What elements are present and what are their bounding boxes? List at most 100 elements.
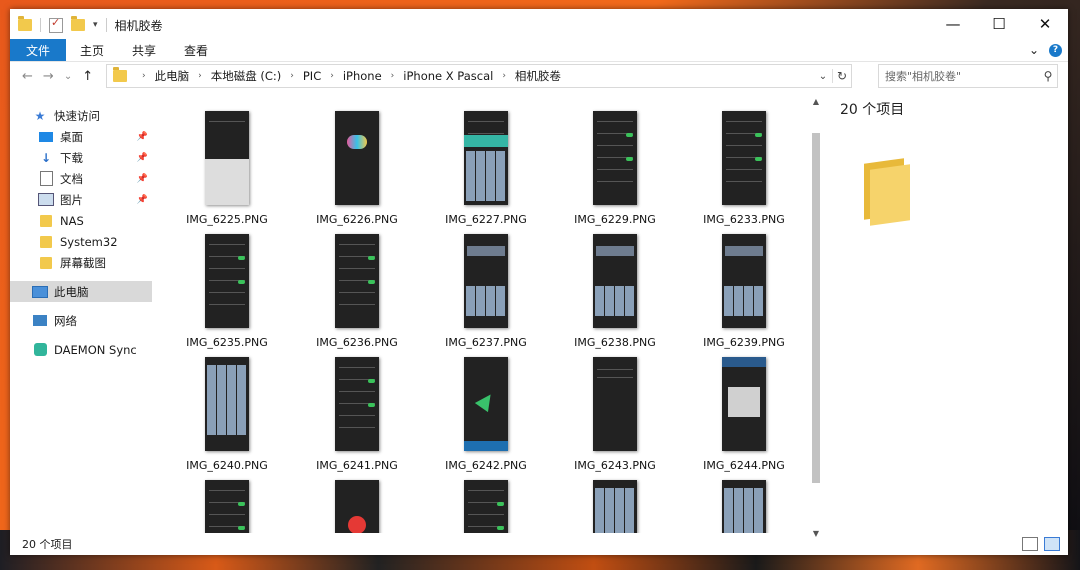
file-item[interactable] (302, 480, 412, 533)
chevron-right-icon[interactable]: › (290, 71, 294, 81)
breadcrumb-camera-roll[interactable]: 相机胶卷 (515, 68, 561, 84)
vertical-scrollbar[interactable]: ▲ ▼ (810, 97, 822, 543)
chevron-right-icon[interactable]: › (502, 71, 506, 81)
sidebar-item-label: NAS (60, 213, 84, 228)
ribbon-tabs: 文件 主页 共享 查看 ⌄ ? (10, 39, 1068, 62)
chevron-right-icon[interactable]: › (198, 71, 202, 81)
properties-icon[interactable] (49, 16, 63, 33)
image-thumbnail (464, 480, 508, 533)
image-thumbnail (335, 111, 379, 205)
file-name: IMG_6240.PNG (186, 459, 268, 472)
breadcrumb-iphone-x-pascal[interactable]: iPhone X Pascal (403, 69, 493, 83)
pin-icon[interactable]: 📌 (137, 153, 148, 163)
sidebar-item-desktop[interactable]: 桌面 📌 (10, 126, 152, 147)
file-item[interactable]: IMG_6237.PNG (431, 234, 541, 349)
file-name: IMG_6225.PNG (186, 213, 268, 226)
chevron-right-icon[interactable]: › (142, 71, 146, 81)
tab-view[interactable]: 查看 (170, 39, 222, 61)
file-item[interactable]: IMG_6233.PNG (689, 111, 799, 226)
sidebar-item-nas[interactable]: NAS (10, 210, 152, 231)
recent-locations-icon[interactable]: ⌄ (64, 71, 72, 82)
sidebar-item-pictures[interactable]: 图片 📌 (10, 189, 152, 210)
folder-icon (864, 153, 910, 226)
file-item[interactable] (689, 480, 799, 533)
file-explorer-window: ▾ 相机胶卷 — ☐ ✕ 文件 主页 共享 查看 ⌄ ? ← → ⌄ ↑ › (10, 9, 1068, 555)
file-item[interactable]: IMG_6240.PNG (172, 357, 282, 472)
search-input[interactable]: 搜索"相机胶卷" ⚲ (878, 64, 1058, 88)
file-item[interactable]: IMG_6242.PNG (431, 357, 541, 472)
breadcrumb-local-disk[interactable]: 本地磁盘 (C:) (211, 68, 282, 84)
sidebar-item-daemon-sync[interactable]: DAEMON Sync (10, 339, 152, 360)
close-button[interactable]: ✕ (1022, 9, 1068, 39)
tab-home[interactable]: 主页 (66, 39, 118, 61)
status-item-count: 20 个项目 (22, 538, 73, 551)
image-thumbnail (722, 234, 766, 328)
breadcrumb-this-pc[interactable]: 此电脑 (155, 68, 190, 84)
sidebar-item-system32[interactable]: System32 (10, 231, 152, 252)
pin-icon[interactable]: 📌 (137, 174, 148, 184)
minimize-button[interactable]: — (930, 9, 976, 39)
scroll-up-icon[interactable]: ▲ (810, 97, 822, 111)
item-count: 20 个项目 (840, 102, 905, 118)
large-icons-view-icon[interactable] (1044, 537, 1060, 551)
new-folder-icon[interactable] (71, 16, 85, 31)
file-item[interactable]: IMG_6225.PNG (172, 111, 282, 226)
tab-file[interactable]: 文件 (10, 39, 67, 61)
file-item[interactable] (172, 480, 282, 533)
tab-share[interactable]: 共享 (118, 39, 170, 61)
file-name: IMG_6227.PNG (445, 213, 527, 226)
search-icon[interactable]: ⚲ (1039, 69, 1057, 83)
sidebar-item-screenshots[interactable]: 屏幕截图 (10, 252, 152, 273)
chevron-right-icon[interactable]: › (330, 71, 334, 81)
folder-icon (113, 67, 127, 82)
image-thumbnail (464, 357, 508, 451)
navigation-pane: ★ 快速访问 桌面 📌 ↓ 下载 📌 文档 📌 图片 📌 NAS System3… (10, 105, 152, 535)
image-thumbnail (335, 480, 379, 533)
computer-icon (32, 285, 48, 299)
help-icon[interactable]: ? (1049, 43, 1062, 57)
scroll-thumb[interactable] (812, 133, 820, 483)
file-item[interactable] (431, 480, 541, 533)
sidebar-item-documents[interactable]: 文档 📌 (10, 168, 152, 189)
breadcrumb-pic[interactable]: PIC (303, 69, 321, 83)
file-item[interactable]: IMG_6239.PNG (689, 234, 799, 349)
customize-dropdown-icon[interactable]: ▾ (93, 20, 98, 30)
file-item[interactable]: IMG_6243.PNG (560, 357, 670, 472)
folder-icon (38, 214, 54, 228)
image-thumbnail (205, 480, 249, 533)
image-thumbnail (205, 234, 249, 328)
search-placeholder[interactable]: 搜索"相机胶卷" (879, 68, 1039, 84)
address-bar[interactable]: › 此电脑 › 本地磁盘 (C:) › PIC › iPhone › iPhon… (106, 64, 852, 88)
file-item[interactable] (560, 480, 670, 533)
image-thumbnail (722, 111, 766, 205)
pin-icon[interactable]: 📌 (137, 132, 148, 142)
file-name: IMG_6238.PNG (574, 336, 656, 349)
sidebar-item-this-pc[interactable]: 此电脑 (10, 281, 152, 302)
forward-arrow-icon[interactable]: → (43, 69, 54, 84)
file-item[interactable]: IMG_6236.PNG (302, 234, 412, 349)
breadcrumb-iphone[interactable]: iPhone (343, 69, 382, 83)
maximize-button[interactable]: ☐ (976, 9, 1022, 39)
file-item[interactable]: IMG_6235.PNG (172, 234, 282, 349)
file-item[interactable]: IMG_6241.PNG (302, 357, 412, 472)
file-item[interactable]: IMG_6238.PNG (560, 234, 670, 349)
file-item[interactable]: IMG_6226.PNG (302, 111, 412, 226)
file-item[interactable]: IMG_6244.PNG (689, 357, 799, 472)
address-dropdown-icon[interactable]: ⌄ (814, 71, 832, 82)
expand-ribbon-icon[interactable]: ⌄ (1029, 43, 1039, 57)
sidebar-item-downloads[interactable]: ↓ 下载 📌 (10, 147, 152, 168)
refresh-icon[interactable]: ↻ (832, 69, 851, 83)
back-arrow-icon[interactable]: ← (22, 69, 33, 84)
file-name: IMG_6236.PNG (316, 336, 398, 349)
up-arrow-icon[interactable]: ↑ (82, 69, 93, 84)
pin-icon[interactable]: 📌 (137, 195, 148, 205)
sidebar-item-quick-access[interactable]: ★ 快速访问 (10, 105, 152, 126)
file-name: IMG_6242.PNG (445, 459, 527, 472)
file-item[interactable]: IMG_6229.PNG (560, 111, 670, 226)
sidebar-item-network[interactable]: 网络 (10, 310, 152, 331)
chevron-right-icon[interactable]: › (391, 71, 395, 81)
details-view-icon[interactable] (1022, 537, 1038, 551)
file-item[interactable]: IMG_6227.PNG (431, 111, 541, 226)
